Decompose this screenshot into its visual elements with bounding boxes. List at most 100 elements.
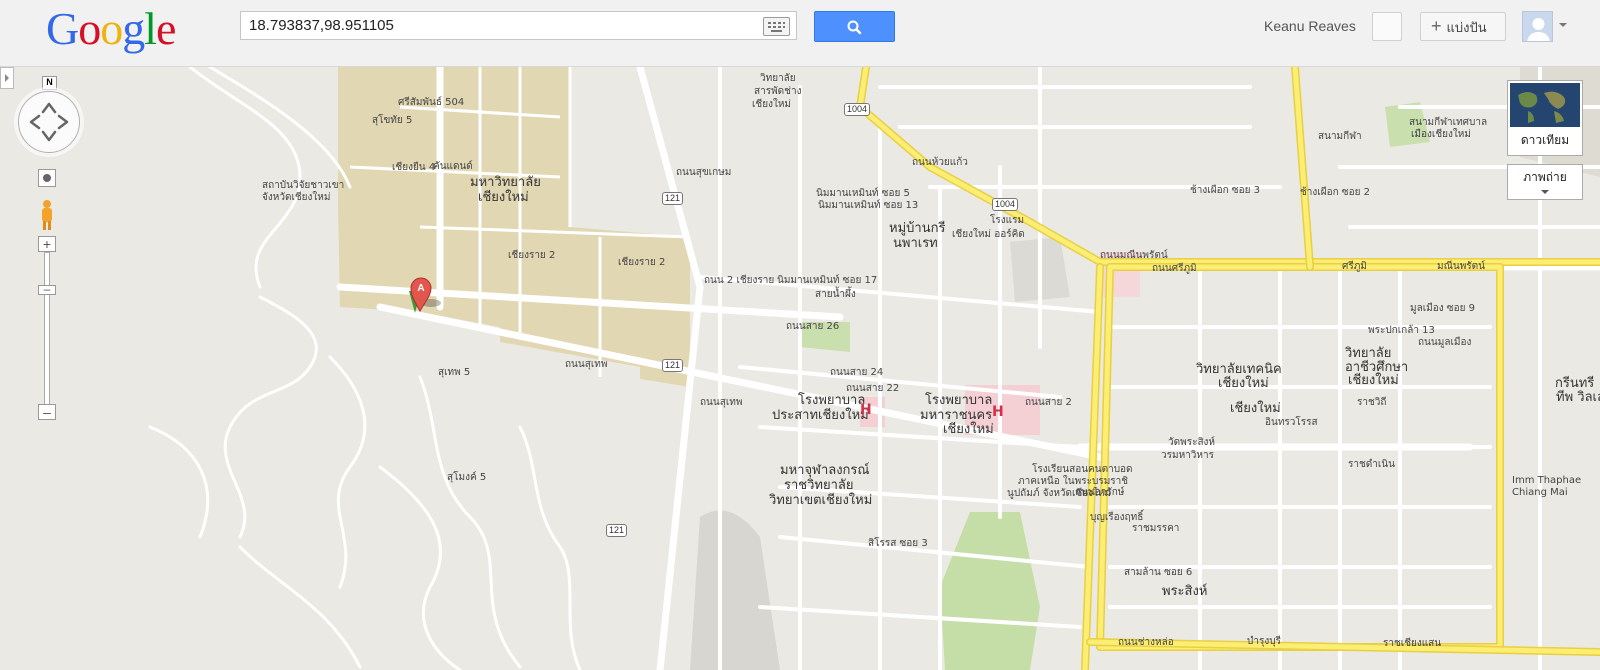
map-canvas[interactable]: ศรีสัมพันธ์ 504 สุโขทัย 5 เชียงยืน 4 คัน… [0, 67, 1600, 670]
map-label: กรีนทรี [1555, 376, 1595, 391]
map-label: ถนนสาย 2 [1025, 397, 1072, 408]
user-name[interactable]: Keanu Reaves [1264, 18, 1356, 34]
zoom-in-button[interactable]: + [38, 236, 56, 252]
map-label: อินทรวโรรส [1265, 417, 1318, 428]
map-label: เชียงใหม่ [1218, 376, 1269, 391]
map-label: สุเทพ 5 [438, 367, 471, 378]
keyboard-icon[interactable] [763, 17, 790, 36]
map-label: สนามกีฬาเทศบาล [1409, 117, 1488, 128]
route-shield: 1004 [992, 198, 1019, 211]
green-area [940, 512, 1040, 670]
map-label: ถนนมูลเมือง [1418, 337, 1472, 348]
map-label: ศรีสัมพันธ์ 504 [398, 97, 465, 108]
map-label: ราชวิทยาลัย [784, 478, 854, 493]
map-label: มูลเมือง ซอย 9 [1410, 303, 1475, 314]
map-label: ประสาทเชียงใหม่ [772, 408, 869, 423]
map-label: นิมมานเหมินท์ ซอย 17 [777, 275, 878, 286]
map-label: Chiang Mai [1512, 487, 1568, 498]
map-label: โรงเรียนสอนคนตาบอด [1032, 464, 1133, 475]
target-icon [43, 174, 51, 182]
map-label: ถนนสาย 24 [830, 367, 884, 378]
north-indicator: N [42, 76, 57, 90]
map-label: โรงแรม [990, 215, 1025, 226]
route-shield: 121 [606, 524, 628, 537]
map-label: สายน้ำผึ้ง [815, 289, 856, 300]
map-label: เชียงราย 2 [508, 250, 556, 261]
lake-area [690, 510, 780, 670]
map-label: เชียงใหม่ ออร์คิด [952, 229, 1025, 240]
map-label: ถนนสุขเกษม [676, 167, 732, 178]
google-logo[interactable]: Google [46, 2, 176, 56]
search-input[interactable] [241, 12, 749, 39]
map-label: เชียงใหม่ [943, 422, 994, 437]
photos-label: ภาพถ่าย [1523, 170, 1567, 184]
map-label: วัดพระสิงห์ [1168, 437, 1216, 448]
map-label: บุญเรืองฤทธิ์ [1090, 512, 1144, 523]
map-label: เชียงใหม่ [1348, 373, 1399, 388]
pan-control[interactable] [18, 91, 80, 153]
map-label: ราชเชียงแสน [1383, 638, 1442, 649]
map-label: ถนนสุเทพ [700, 397, 743, 408]
search-icon [847, 20, 862, 35]
map-label: ถนนห้วยแก้ว [912, 157, 968, 168]
plus-icon: + [1431, 16, 1442, 36]
route-shield: 1004 [844, 103, 871, 116]
map-label: นพาเรท [893, 236, 938, 251]
map-label: นิมมานเหมินท์ ซอย 5 [816, 188, 910, 199]
map-label: ถนนช่างหล่อ [1118, 637, 1174, 648]
map-label: ถนนสาย 26 [786, 321, 840, 332]
photos-button[interactable]: ภาพถ่าย [1507, 164, 1583, 200]
account-menu-caret-icon[interactable] [1559, 23, 1567, 27]
map-label: วิทยาลัย [1345, 346, 1392, 361]
route-shield: 121 [662, 192, 684, 205]
map-label: มณีนพรัตน์ [1437, 261, 1485, 272]
map-label: คันแดนด์ [433, 161, 473, 172]
map-label: ราชดำเนิน [1348, 459, 1395, 470]
map-label: ราชวิถี [1357, 397, 1387, 408]
map-label: ช้างเผือก ซอย 3 [1190, 185, 1260, 196]
zoom-slider-rail[interactable] [44, 252, 50, 412]
side-panel-toggle[interactable] [0, 67, 14, 89]
zoom-slider-handle[interactable]: – [38, 283, 56, 295]
search-button[interactable] [814, 11, 895, 42]
map-label: วิทยาลัย [760, 73, 796, 84]
map-label: เชียงใหม่ [1230, 401, 1281, 416]
map-label: สนามกีฬา [1318, 131, 1362, 142]
map-label: สุโมงค์ 5 [447, 472, 487, 483]
map-label: สถาบันวิจัยชาวเขา [262, 180, 345, 191]
map-label: Imm Thaphae [1512, 475, 1582, 486]
location-button[interactable] [38, 169, 56, 187]
zoom-out-button[interactable]: – [38, 404, 56, 420]
top-bar: Google Keanu Reaves + แบ่งปัน [0, 0, 1600, 67]
avatar[interactable] [1522, 11, 1553, 42]
map-label: จังหวัดเชียงใหม่ [262, 192, 331, 203]
map-label: วรมหาวิหาร [1161, 450, 1214, 461]
map-label: ถนนศรีภูมิ [1152, 263, 1197, 274]
route-shield: 121 [662, 359, 684, 372]
map-label: ช้างเผือก ซอย 2 [1300, 187, 1370, 198]
map-label: เมืองเชียงใหม่ [1411, 129, 1471, 140]
map-label: สิโรรส ซอย 3 [868, 538, 928, 549]
hospital-icon: H [860, 402, 872, 418]
satellite-button[interactable]: ดาวเทียม [1507, 80, 1583, 156]
map-label: ศรีภูมิ [1342, 261, 1367, 272]
map-label: สุโขทัย 5 [372, 115, 413, 126]
search-box [240, 11, 797, 40]
globe-thumbnail [1510, 83, 1580, 127]
map-label: เชียงราย 2 [618, 257, 666, 268]
share-button[interactable]: + แบ่งปัน [1420, 12, 1506, 41]
map-label: โรงพยาบาล [925, 393, 993, 408]
satellite-label: ดาวเทียม [1520, 133, 1570, 147]
map-label: มหาจุฬาลงกรณ์ [780, 463, 870, 478]
map-label: หมู่บ้านกรี [889, 221, 946, 236]
notifications-button[interactable] [1372, 12, 1402, 41]
person-icon [1527, 18, 1550, 41]
map-marker[interactable]: A [405, 271, 445, 315]
map-label: สารพัดช่าง [754, 86, 802, 97]
map-label: โรงพยาบาล [798, 393, 866, 408]
map-label: พระปกเกล้า 13 [1368, 325, 1435, 336]
share-label: แบ่งปัน [1446, 20, 1487, 35]
map-label: วิทยาลัยเทคนิค [1196, 362, 1282, 377]
pan-arrows-icon [29, 102, 69, 142]
chevron-down-icon [1541, 190, 1549, 194]
